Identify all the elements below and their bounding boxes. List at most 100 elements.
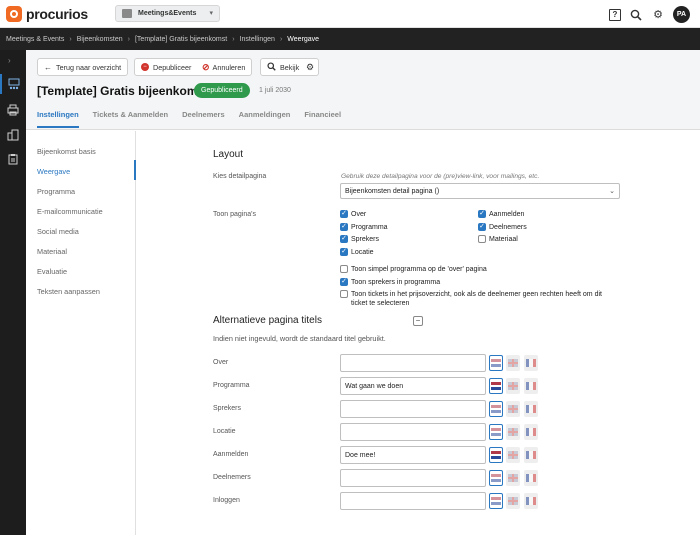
arrow-left-icon: ← — [44, 62, 52, 72]
flag-uk-icon[interactable] — [506, 378, 520, 394]
procurios-logo-icon — [6, 6, 22, 22]
organization-icon[interactable] — [0, 125, 26, 145]
flag-nl-icon[interactable] — [489, 447, 503, 463]
flag-fr-icon[interactable] — [524, 470, 538, 486]
alt-title-input[interactable] — [340, 469, 486, 487]
checkbox-page-aanmelden[interactable]: ✓ Aanmelden — [478, 210, 524, 219]
view-settings-button[interactable]: ⚙ — [302, 58, 320, 76]
module-label: Meetings&Events — [138, 10, 197, 17]
tab-deelnemers[interactable]: Deelnemers — [182, 110, 225, 128]
alt-title-input[interactable]: Wat gaan we doen — [340, 377, 486, 395]
active-marker — [134, 160, 136, 180]
checkmark-icon: ✓ — [478, 223, 486, 231]
detail-page-select[interactable]: Bijeenkomsten detail pagina () ⌄ — [340, 183, 620, 199]
alt-title-label: Locatie — [213, 428, 236, 435]
breadcrumb-item[interactable]: Meetings & Events — [6, 36, 64, 43]
sidenav-item-weergave[interactable]: Weergave — [37, 167, 70, 176]
checkbox-simple-program[interactable]: Toon simpel programma op de 'over' pagin… — [340, 265, 487, 274]
alt-title-label: Deelnemers — [213, 474, 251, 481]
alt-title-input[interactable] — [340, 354, 486, 372]
view-button[interactable]: Bekijk — [260, 58, 307, 76]
status-badge: Gepubliceerd — [194, 83, 250, 98]
alt-title-row: Aanmelden Doe mee! — [137, 446, 700, 464]
flag-uk-icon[interactable] — [506, 470, 520, 486]
back-to-overview-button[interactable]: ← Terug naar overzicht — [37, 58, 129, 76]
alt-title-input[interactable] — [340, 492, 486, 510]
sidenav-item-evaluatie[interactable]: Evaluatie — [37, 267, 67, 276]
flag-fr-icon[interactable] — [524, 355, 538, 371]
flag-nl-icon[interactable] — [489, 424, 503, 440]
event-date: 1 juli 2030 — [259, 87, 291, 94]
checkbox-page-sprekers[interactable]: ✓ Sprekers — [340, 235, 379, 244]
tab-instellingen[interactable]: Instellingen — [37, 110, 79, 128]
depublish-button[interactable]: − Depubliceer — [134, 58, 199, 76]
flag-nl-icon[interactable] — [489, 493, 503, 509]
tab-financieel[interactable]: Financieel — [304, 110, 341, 128]
checkbox-speakers-in-program[interactable]: ✓ Toon sprekers in programma — [340, 278, 440, 287]
print-icon[interactable] — [0, 100, 26, 120]
detail-page-hint: Gebruik deze detailpagina voor de (pre)v… — [341, 173, 540, 180]
avatar[interactable]: PA — [673, 6, 690, 23]
flag-fr-icon[interactable] — [524, 378, 538, 394]
flag-uk-icon[interactable] — [506, 493, 520, 509]
checkmark-icon: ✓ — [340, 278, 348, 286]
flag-fr-icon[interactable] — [524, 424, 538, 440]
settings-sidenav: Bijeenkomst basis Weergave Programma E-m… — [26, 131, 136, 535]
search-icon[interactable] — [629, 8, 643, 22]
flag-nl-icon[interactable] — [489, 401, 503, 417]
alt-title-row: Inloggen — [137, 492, 700, 510]
breadcrumb-item[interactable]: Instellingen — [240, 36, 275, 43]
chevron-down-icon: ⌄ — [609, 188, 615, 195]
breadcrumb-item[interactable]: Bijeenkomsten — [77, 36, 123, 43]
flag-uk-icon[interactable] — [506, 447, 520, 463]
checkmark-icon: ✓ — [340, 223, 348, 231]
breadcrumb-current: Weergave — [287, 35, 320, 43]
breadcrumb-item[interactable]: [Template] Gratis bijeenkomst — [135, 36, 227, 43]
sidenav-item-social-media[interactable]: Social media — [37, 227, 79, 236]
tab-aanmeldingen[interactable]: Aanmeldingen — [239, 110, 291, 128]
module-selector[interactable]: Meetings&Events ▾ — [115, 5, 220, 22]
flag-fr-icon[interactable] — [524, 447, 538, 463]
alt-title-label: Programma — [213, 382, 250, 389]
checkbox-page-over[interactable]: ✓ Over — [340, 210, 366, 219]
flag-uk-icon[interactable] — [506, 355, 520, 371]
sidenav-item-e-mailcommunicatie[interactable]: E-mailcommunicatie — [37, 207, 103, 216]
gear-icon[interactable]: ⚙ — [651, 8, 665, 22]
alt-title-input[interactable]: Doe mee! — [340, 446, 486, 464]
help-icon[interactable]: ? — [609, 8, 621, 21]
detail-page-label: Kies detailpagina — [213, 173, 267, 180]
alt-title-input[interactable] — [340, 423, 486, 441]
collapse-minus-icon[interactable]: − — [413, 316, 423, 326]
flag-nl-icon[interactable] — [489, 355, 503, 371]
checkmark-icon: ✓ — [340, 248, 348, 256]
sidenav-item-teksten-aanpassen[interactable]: Teksten aanpassen — [37, 287, 100, 296]
cancel-event-button[interactable]: ⊘ Annuleren — [196, 58, 253, 76]
sidenav-item-programma[interactable]: Programma — [37, 187, 75, 196]
flag-nl-icon[interactable] — [489, 470, 503, 486]
checkbox-page-deelnemers[interactable]: ✓ Deelnemers — [478, 223, 527, 232]
sidenav-item-materiaal[interactable]: Materiaal — [37, 247, 67, 256]
checkbox-page-materiaal[interactable]: Materiaal — [478, 235, 518, 244]
flag-uk-icon[interactable] — [506, 401, 520, 417]
chevron-down-icon: ▾ — [209, 10, 213, 17]
checkbox-page-programma[interactable]: ✓ Programma — [340, 223, 388, 232]
clipboard-icon[interactable] — [0, 149, 26, 169]
alt-title-row: Locatie — [137, 423, 700, 441]
procurios-logo[interactable]: procurios — [6, 5, 88, 23]
alt-title-input[interactable] — [340, 400, 486, 418]
show-pages-label: Toon pagina's — [213, 211, 256, 218]
sidenav-item-bijeenkomst-basis[interactable]: Bijeenkomst basis — [37, 147, 96, 156]
checkbox-page-locatie[interactable]: ✓ Locatie — [340, 248, 374, 257]
meetings-icon[interactable] — [0, 74, 26, 94]
flag-nl-icon[interactable] — [489, 378, 503, 394]
alt-title-row: Programma Wat gaan we doen — [137, 377, 700, 395]
page-header: ← Terug naar overzicht − Depubliceer ⊘ A… — [26, 50, 700, 130]
flag-fr-icon[interactable] — [524, 401, 538, 417]
tab-tickets-aanmelden[interactable]: Tickets & Aanmelden — [93, 110, 168, 128]
flag-fr-icon[interactable] — [524, 493, 538, 509]
page-title: [Template] Gratis bijeenkomst — [37, 84, 209, 98]
checkbox-show-tickets[interactable]: Toon tickets in het prijsoverzicht, ook … — [340, 290, 620, 308]
gear-icon: ⚙ — [306, 61, 315, 72]
flag-uk-icon[interactable] — [506, 424, 520, 440]
expand-chevron-icon[interactable]: › — [8, 56, 11, 65]
